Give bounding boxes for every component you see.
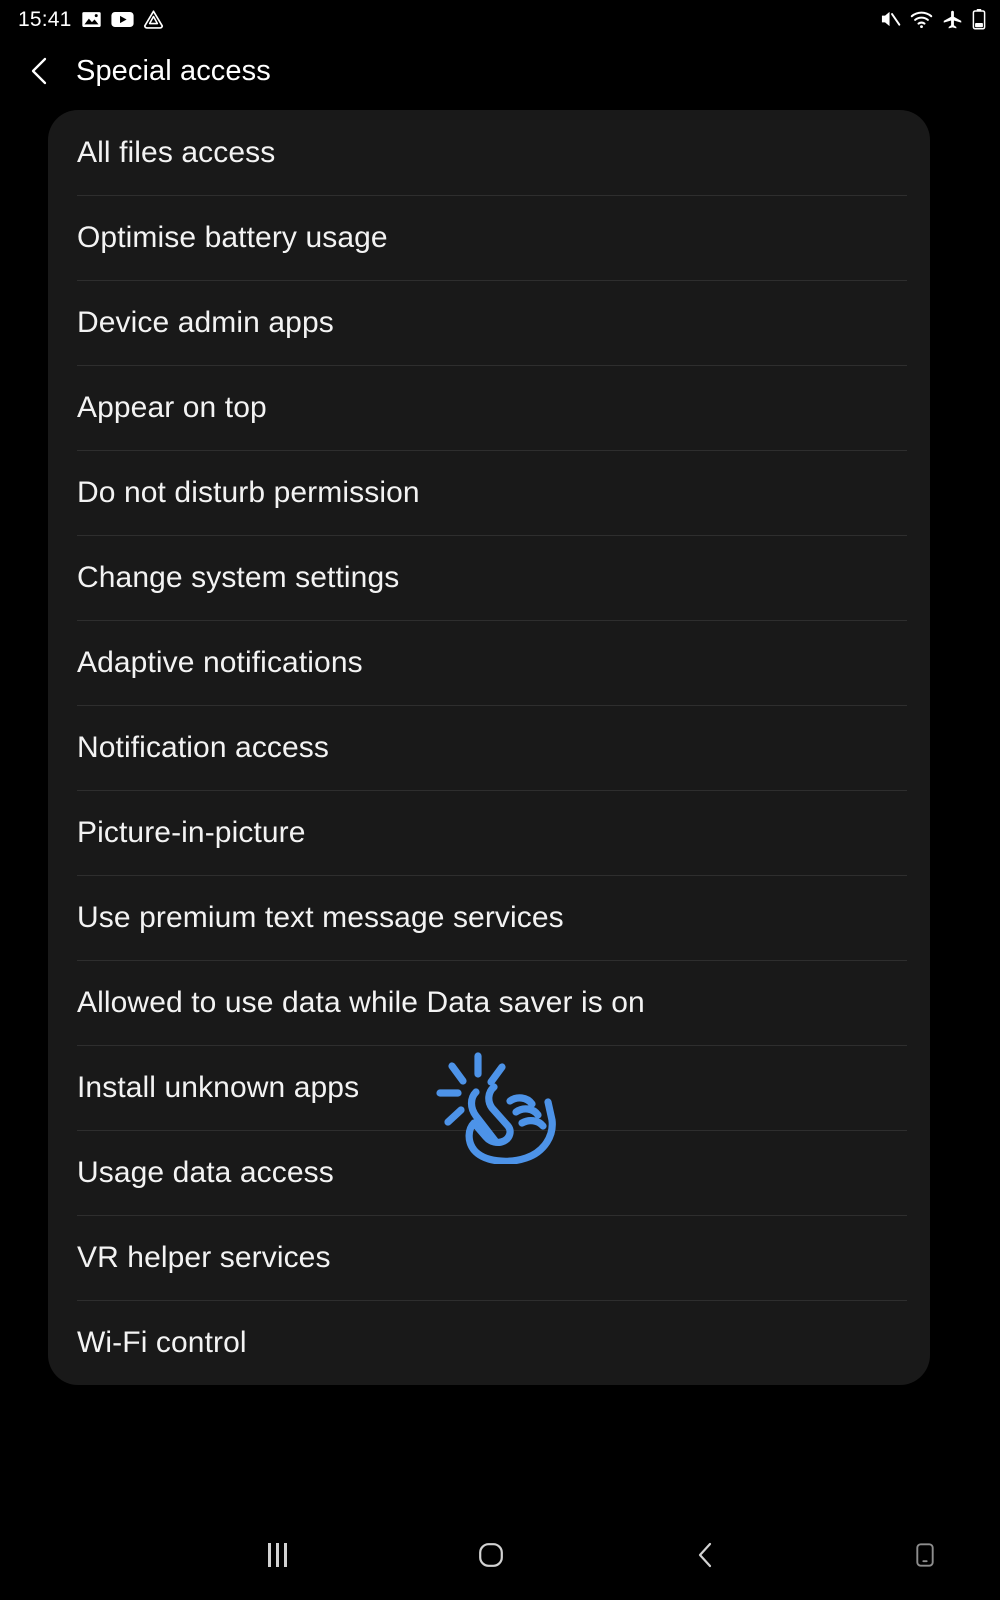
list-item-label: VR helper services [77, 1240, 331, 1274]
list-item-do-not-disturb-permission[interactable]: Do not disturb permission [48, 450, 930, 535]
list-item-label: Notification access [77, 730, 330, 764]
list-item-use-premium-text-message-services[interactable]: Use premium text message services [48, 875, 930, 960]
youtube-icon [110, 11, 134, 27]
status-bar-right [879, 8, 986, 30]
recents-button[interactable] [232, 1510, 322, 1600]
drive-icon [143, 9, 163, 29]
wifi-icon [910, 11, 933, 29]
settings-list-card: All files access Optimise battery usage … [48, 110, 930, 1385]
keyboard-device-icon [916, 1543, 934, 1567]
navbar-back-button[interactable] [661, 1510, 751, 1600]
list-item-label: Allowed to use data while Data saver is … [77, 985, 645, 1019]
status-bar-left: 15:41 [18, 9, 164, 30]
list-item-picture-in-picture[interactable]: Picture-in-picture [48, 790, 930, 875]
list-item-adaptive-notifications[interactable]: Adaptive notifications [48, 620, 930, 705]
list-item-label: Do not disturb permission [77, 475, 420, 509]
page-title: Special access [76, 54, 271, 87]
list-item-vr-helper-services[interactable]: VR helper services [48, 1215, 930, 1300]
action-bar: Special access [0, 38, 1000, 104]
home-button[interactable] [446, 1510, 536, 1600]
list-item-label: Appear on top [77, 390, 267, 424]
list-item-change-system-settings[interactable]: Change system settings [48, 535, 930, 620]
status-bar: 15:41 [0, 0, 1000, 38]
list-item-notification-access[interactable]: Notification access [48, 705, 930, 790]
list-item-label: Device admin apps [77, 305, 334, 339]
android-settings-screen: 15:41 Special access All files access Op… [0, 0, 1000, 1600]
mute-icon [881, 11, 901, 27]
list-item-label: Use premium text message services [77, 900, 564, 934]
list-item-label: Change system settings [77, 560, 400, 594]
airplane-mode-icon [943, 10, 962, 28]
list-item-install-unknown-apps[interactable]: Install unknown apps [48, 1045, 930, 1130]
list-item-all-files-access[interactable]: All files access [48, 110, 930, 195]
list-item-usage-data-access[interactable]: Usage data access [48, 1130, 930, 1215]
list-item-label: Adaptive notifications [77, 645, 363, 679]
chevron-left-icon [31, 57, 47, 85]
chevron-left-icon [698, 1542, 712, 1568]
recents-icon [267, 1543, 287, 1567]
back-button[interactable] [12, 43, 68, 99]
list-item-appear-on-top[interactable]: Appear on top [48, 365, 930, 450]
list-item-label: Install unknown apps [77, 1070, 360, 1104]
gallery-icon [81, 11, 101, 27]
list-item-allowed-to-use-data-while-data-saver-is-on[interactable]: Allowed to use data while Data saver is … [48, 960, 930, 1045]
status-bar-clock: 15:41 [18, 7, 72, 31]
list-item-device-admin-apps[interactable]: Device admin apps [48, 280, 930, 365]
list-item-wi-fi-control[interactable]: Wi-Fi control [48, 1300, 930, 1385]
list-item-label: Optimise battery usage [77, 220, 388, 254]
keyboard-button[interactable] [890, 1510, 960, 1600]
home-icon [479, 1543, 503, 1567]
list-item-label: All files access [77, 135, 276, 169]
list-item-label: Wi-Fi control [77, 1325, 247, 1359]
list-item-label: Picture-in-picture [77, 815, 306, 849]
battery-icon [972, 9, 986, 30]
navigation-bar [0, 1510, 1000, 1600]
list-item-optimise-battery-usage[interactable]: Optimise battery usage [48, 195, 930, 280]
list-item-label: Usage data access [77, 1155, 334, 1189]
